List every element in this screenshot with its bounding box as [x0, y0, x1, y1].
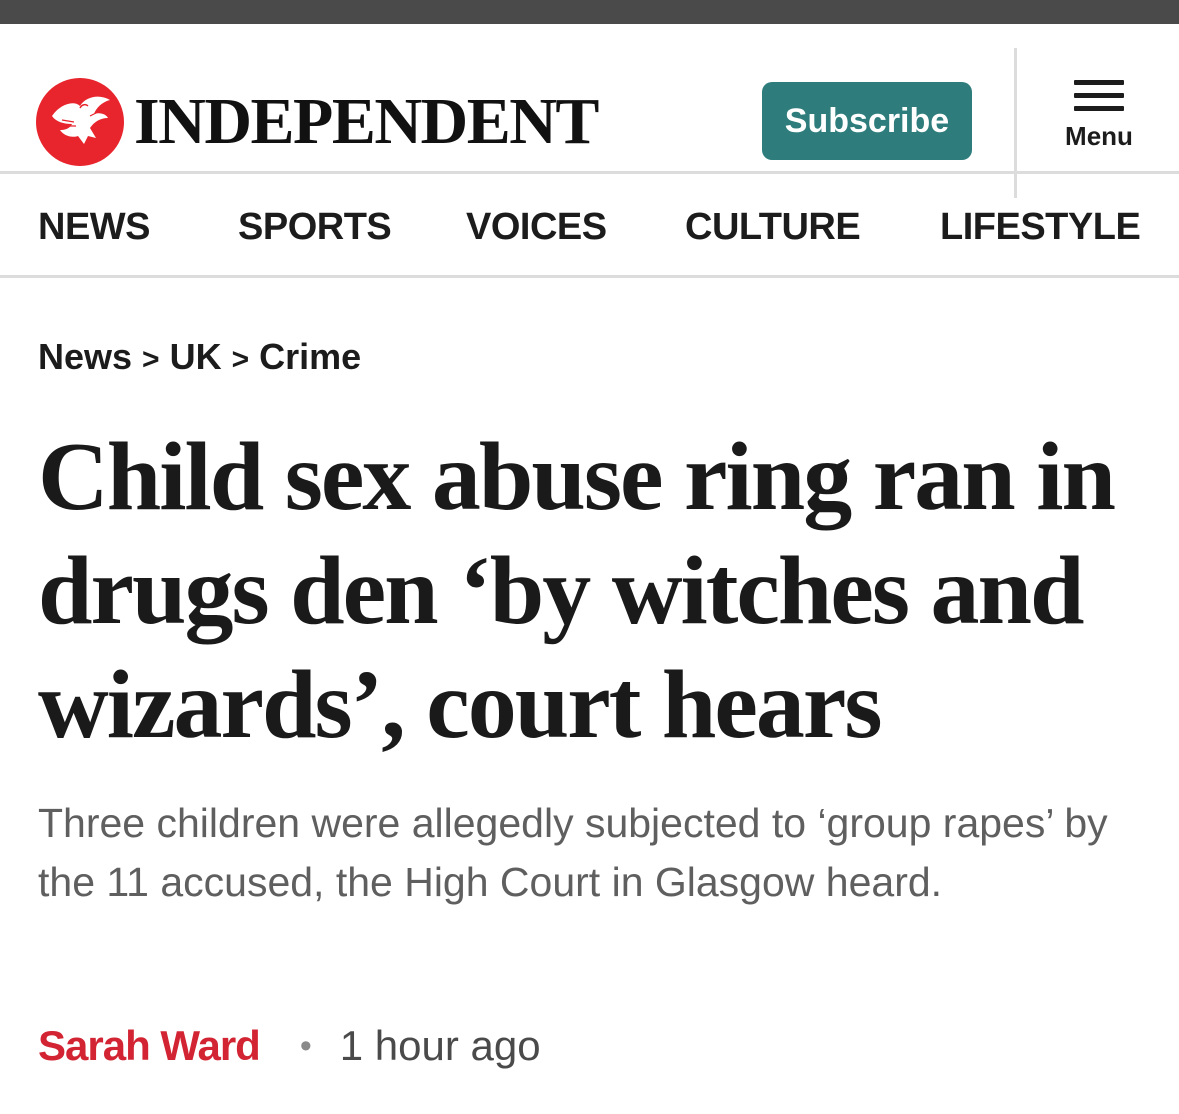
menu-button[interactable]: Menu: [1040, 80, 1158, 170]
eagle-icon: [36, 78, 124, 166]
menu-label: Menu: [1065, 121, 1133, 151]
author-link[interactable]: Sarah Ward: [38, 1022, 261, 1070]
top-status-bar: [0, 0, 1179, 24]
chevron-right-icon: >: [231, 343, 250, 376]
nav-item-news[interactable]: NEWS: [38, 206, 151, 249]
nav-item-voices[interactable]: VOICES: [466, 206, 607, 249]
breadcrumb-crime[interactable]: Crime: [259, 336, 361, 377]
nav-item-culture[interactable]: CULTURE: [685, 206, 861, 249]
breadcrumb: News > UK > Crime: [38, 336, 361, 378]
article-standfirst: Three children were allegedly subjected …: [38, 800, 1108, 905]
section-nav: NEWS SPORTS VOICES CULTURE LIFESTYLE: [0, 174, 1179, 278]
subscribe-button[interactable]: Subscribe: [762, 82, 972, 160]
site-header: INDEPENDENT Subscribe Menu: [0, 24, 1179, 198]
breadcrumb-news[interactable]: News: [38, 336, 132, 377]
byline-separator: •: [299, 1026, 312, 1065]
byline: Sarah Ward • 1 hour ago: [38, 1022, 541, 1070]
nav-item-sports[interactable]: SPORTS: [238, 206, 392, 249]
site-logo[interactable]: INDEPENDENT: [36, 78, 599, 166]
hamburger-menu-icon: [1074, 80, 1124, 111]
published-time: 1 hour ago: [339, 1022, 541, 1069]
article-headline: Child sex abuse ring ran in drugs den ‘b…: [38, 423, 1116, 759]
nav-item-lifestyle[interactable]: LIFESTYLE: [940, 206, 1141, 249]
breadcrumb-uk[interactable]: UK: [170, 336, 222, 377]
brand-wordmark: INDEPENDENT: [134, 85, 599, 158]
chevron-right-icon: >: [142, 343, 160, 376]
